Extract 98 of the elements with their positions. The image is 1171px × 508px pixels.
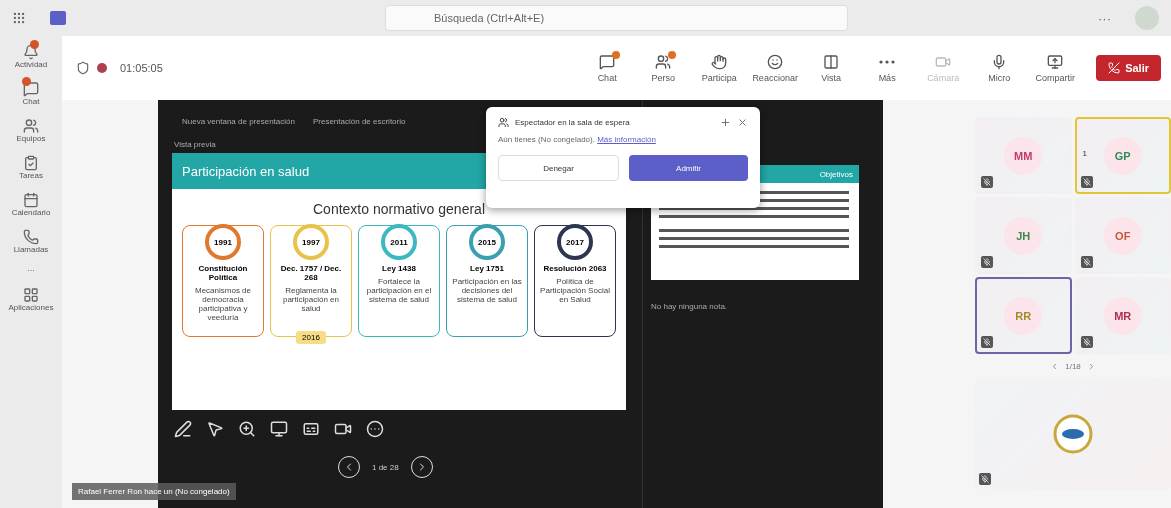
sidebar-item[interactable]: Llamadas	[11, 227, 51, 256]
toolbar-button[interactable]: Chat	[582, 52, 633, 84]
grid-icon	[23, 287, 39, 303]
hand-icon	[711, 53, 728, 70]
muted-mic-icon	[1080, 256, 1093, 268]
year-badge: 2011	[381, 224, 417, 260]
logo-icon	[1053, 414, 1093, 454]
muted-mic-icon	[1080, 176, 1093, 188]
muted-mic-icon	[979, 473, 991, 485]
participant-avatar: OF	[1103, 216, 1142, 255]
card-text: Participación en las decisiones del sistema de salud	[451, 277, 523, 304]
card-title: Ley 1438	[382, 264, 416, 273]
toolbar-button[interactable]: Vista	[806, 52, 857, 84]
notes-empty-text: No hay ninguna nota.	[651, 302, 729, 311]
leave-button[interactable]: Salir	[1096, 55, 1161, 81]
toolbar-button[interactable]: Compartir	[1030, 52, 1081, 84]
deny-button[interactable]: Denegar	[498, 155, 619, 181]
sidebar-item[interactable]: Aplicaciones	[6, 285, 56, 314]
participant-tile[interactable]: MM	[975, 117, 1072, 194]
year-tag: 2016	[296, 331, 326, 344]
participant-avatar: JH	[1004, 216, 1043, 255]
muted-mic-icon	[981, 176, 993, 188]
raised-hand-count: 1	[1082, 149, 1087, 158]
participant-avatar: MR	[1103, 296, 1142, 335]
chat-icon	[23, 81, 39, 97]
popup-text: Aún tienes (No congelado). Más información	[498, 135, 657, 144]
live-caption: Rafael Ferrer Ron hace un (No congelado)	[72, 483, 236, 500]
participant-tile[interactable]: MR	[1074, 277, 1171, 354]
year-badge: 1991	[205, 224, 241, 260]
card-title: Resolución 2063	[543, 264, 607, 273]
pointer-icon[interactable]	[206, 420, 224, 438]
sidebar-item[interactable]: Equipos	[14, 116, 48, 145]
admit-button[interactable]: Admitir	[629, 155, 748, 181]
toolbar-button[interactable]: Más	[862, 52, 913, 84]
participant-tile[interactable]: JH	[975, 197, 1072, 274]
people-icon	[655, 53, 672, 70]
toolbar-button[interactable]: Perso	[638, 52, 689, 84]
share-screen-icon	[1047, 53, 1064, 70]
toolbar-button[interactable]: Participa	[694, 52, 745, 84]
more-icon	[879, 59, 896, 64]
calendar-icon	[23, 192, 39, 208]
year-badge: 1997	[293, 224, 329, 260]
add-icon[interactable]	[720, 117, 731, 128]
participant-avatar: MM	[1004, 136, 1043, 175]
participant-avatar: RR	[1004, 296, 1043, 335]
sidebar-item[interactable]: Calendario	[9, 190, 53, 219]
muted-mic-icon	[1080, 336, 1093, 348]
sidebar-item[interactable]: Chat	[20, 79, 42, 108]
card-title: Constitución Política	[197, 264, 249, 282]
sidebar-item[interactable]: Tareas	[17, 153, 45, 182]
people-icon	[498, 117, 509, 128]
chat-icon	[599, 53, 616, 70]
toolbar-button[interactable]: Reaccionar	[750, 52, 801, 84]
recording-icon	[96, 62, 108, 74]
participant-tile[interactable]: 1 GP	[1074, 117, 1171, 194]
page-indicator: 1/18	[1065, 362, 1081, 371]
card-text: Mecanismos de democracia participativa y veeduría	[194, 286, 252, 322]
toolbar-button[interactable]: Micro	[974, 52, 1025, 84]
card-title: Ley 1751	[470, 264, 504, 273]
muted-mic-icon	[981, 336, 993, 348]
card-text: Fortalece la participación en el sistema de salud	[365, 277, 433, 304]
layout-icon	[823, 53, 840, 70]
card-text: Política de Participación Social en Salud	[539, 277, 611, 304]
year-badge: 2015	[469, 224, 505, 260]
muted-mic-icon	[981, 256, 993, 268]
sidebar-item[interactable]: ···	[25, 264, 37, 277]
close-icon[interactable]	[737, 117, 748, 128]
hang-up-icon	[1108, 62, 1121, 74]
bell-icon	[23, 44, 39, 60]
sidebar-item[interactable]: Actividad	[12, 42, 50, 71]
clipboard-icon	[23, 155, 39, 171]
phone-icon	[23, 229, 39, 245]
app-launcher-icon[interactable]	[12, 11, 26, 25]
teams-logo-icon	[50, 11, 66, 25]
slide-counter: 1 de 28	[372, 462, 399, 472]
card-title: Dec. 1757 / Dec. 268	[279, 264, 343, 282]
meeting-timer: 01:05:05	[120, 62, 163, 74]
search-field[interactable]: Búsqueda (Ctrl+Alt+E)	[385, 5, 848, 31]
year-badge: 2017	[557, 224, 593, 260]
participant-avatar: GP	[1103, 136, 1142, 175]
people-icon	[23, 118, 39, 134]
monitor-icon[interactable]	[270, 420, 288, 438]
captions-icon[interactable]	[302, 420, 320, 438]
preview-label: Vista previa	[173, 139, 216, 151]
presenter-tab[interactable]: Nueva ventana de presentación	[182, 110, 295, 132]
card-text: Reglamenta la participación en salud	[281, 286, 340, 313]
participant-tile[interactable]: OF	[1074, 197, 1171, 274]
shield-icon	[76, 61, 90, 75]
pen-icon[interactable]	[174, 420, 192, 438]
more-icon[interactable]	[366, 420, 384, 438]
thumbnail-title: Objetivos	[819, 169, 853, 179]
more-button[interactable]: ···	[1098, 10, 1111, 26]
more-info-link[interactable]: Más información	[597, 135, 656, 144]
smile-icon	[767, 53, 784, 70]
zoom-icon[interactable]	[238, 420, 256, 438]
presenter-tab[interactable]: Presentación de escritorio	[312, 110, 406, 132]
slide-heading: Contexto normativo general	[312, 201, 486, 217]
popup-title: Espectador en la sala de espera	[515, 118, 631, 127]
